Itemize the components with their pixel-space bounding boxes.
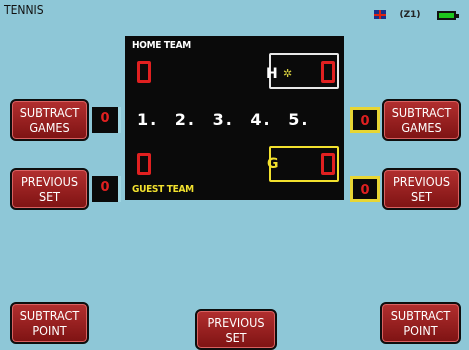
games-right-value: 0 xyxy=(350,107,380,133)
set-label: 4. xyxy=(250,110,272,129)
set-label: 3. xyxy=(212,110,234,129)
set-right-value: 0 xyxy=(350,176,380,202)
subtract-point-left-button[interactable]: SUBTRACT POINT xyxy=(10,302,89,344)
home-team-label: HOME TEAM xyxy=(132,40,191,51)
guest-team-label: GUEST TEAM xyxy=(132,184,194,195)
games-left-value: 0 xyxy=(92,107,121,133)
previous-set-center-button[interactable]: PREVIOUS SET xyxy=(195,309,277,350)
signal-indicator: (Z1) xyxy=(399,10,421,20)
status-bar: TENNIS (Z1) xyxy=(0,0,469,24)
guest-games-digit xyxy=(137,153,151,175)
tennis-ball-icon: ✲ xyxy=(283,67,293,80)
subtract-point-right-button[interactable]: SUBTRACT POINT xyxy=(380,302,461,344)
home-points-frame xyxy=(269,53,339,89)
previous-set-right-button[interactable]: PREVIOUS SET xyxy=(382,168,461,210)
app-title: TENNIS xyxy=(4,3,44,17)
set-left-value: 0 xyxy=(92,176,121,202)
home-games-digit xyxy=(137,61,151,83)
scoreboard: HOME TEAM GUEST TEAM H G ✲ 1. 2. 3. 4. 5… xyxy=(125,36,344,200)
battery-icon xyxy=(437,11,459,20)
guest-marker: G xyxy=(267,156,279,172)
set-label: 1. xyxy=(137,110,159,129)
subtract-games-right-button[interactable]: SUBTRACT GAMES xyxy=(382,99,461,141)
uk-flag-icon[interactable] xyxy=(374,10,386,19)
subtract-games-left-button[interactable]: SUBTRACT GAMES xyxy=(10,99,89,141)
previous-set-left-button[interactable]: PREVIOUS SET xyxy=(10,168,89,210)
home-marker: H xyxy=(266,66,278,82)
set-label: 2. xyxy=(174,110,197,129)
sets-row: 1. 2. 3. 4. 5. xyxy=(137,110,318,129)
set-label: 5. xyxy=(288,110,310,129)
guest-points-frame xyxy=(269,146,339,182)
